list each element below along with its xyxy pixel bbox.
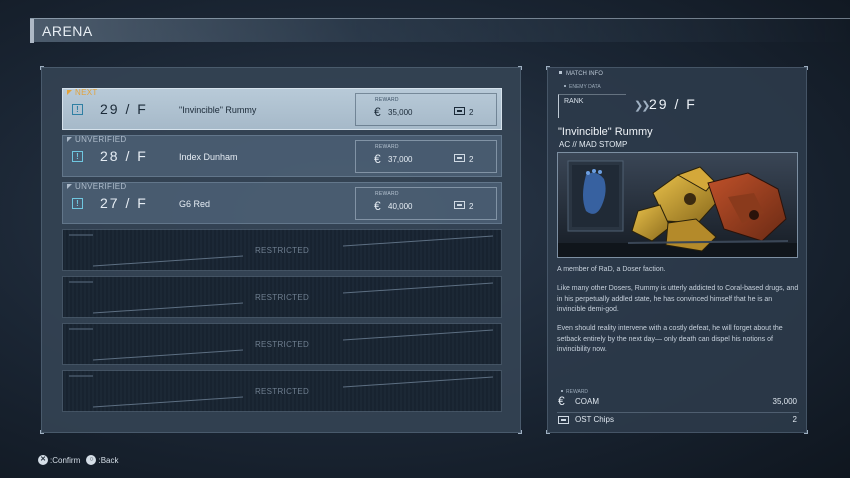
reward-name: COAM — [575, 397, 599, 406]
enemy-description-1: A member of RaD, a Doser faction. — [557, 266, 666, 273]
back-prompt[interactable]: ○ :Back — [86, 455, 118, 465]
confirm-prompt[interactable]: ✕ :Confirm — [38, 455, 80, 465]
reward-value: 35,000 — [772, 397, 797, 406]
restricted-row[interactable]: RESTRICTED — [62, 370, 502, 412]
restricted-row[interactable]: RESTRICTED — [62, 323, 502, 365]
title-notch — [30, 19, 34, 43]
enemy-description-3: Even should reality intervene with a cos… — [557, 325, 783, 353]
reward-divider — [557, 412, 799, 413]
corner-mark — [546, 430, 550, 434]
row-floor: 29 / F — [100, 101, 148, 117]
reward-caption: REWARD — [375, 191, 399, 197]
double-chevron-icon: ❯❯ — [634, 100, 651, 112]
tag-marker-icon — [67, 184, 72, 189]
restricted-row[interactable]: RESTRICTED — [62, 276, 502, 318]
corner-mark — [40, 430, 44, 434]
page-title: ARENA — [42, 23, 93, 39]
corner-mark — [518, 430, 522, 434]
arena-ranking-list: NEXT ! 29 / F "Invincible" Rummy REWARD … — [62, 88, 502, 417]
restricted-label: RESTRICTED — [254, 387, 310, 396]
reward-caption: REWARD — [375, 97, 399, 103]
match-info-label: MATCH INFO — [559, 71, 603, 77]
ost-chip-icon — [454, 201, 465, 209]
info-icon: ! — [72, 104, 83, 115]
tag-marker-icon — [67, 90, 72, 95]
corner-mark — [804, 430, 808, 434]
confirm-label: :Confirm — [50, 455, 81, 465]
info-icon: ! — [72, 198, 83, 209]
corner-mark — [546, 66, 550, 70]
row-status-tag: NEXT — [67, 88, 98, 97]
arena-row-29[interactable]: NEXT ! 29 / F "Invincible" Rummy REWARD … — [62, 88, 502, 130]
cross-button-icon: ✕ — [38, 455, 48, 465]
row-status-tag: UNVERIFIED — [67, 182, 126, 191]
coam-icon: € — [374, 152, 381, 166]
arena-row-28[interactable]: UNVERIFIED ! 28 / F Index Dunham REWARD … — [62, 135, 502, 177]
match-info-panel: MATCH INFO ENEMY DATA RANK ❯❯ 29 / F "In… — [546, 66, 808, 434]
arena-list-panel: NEXT ! 29 / F "Invincible" Rummy REWARD … — [40, 66, 522, 434]
arena-row-27[interactable]: UNVERIFIED ! 27 / F G6 Red REWARD € 40,0… — [62, 182, 502, 224]
circle-button-icon: ○ — [86, 455, 97, 465]
row-status-label: UNVERIFIED — [75, 135, 127, 144]
row-floor: 27 / F — [100, 195, 148, 211]
corner-mark — [804, 66, 808, 70]
coam-icon: € — [374, 105, 381, 119]
ost-chip-icon — [454, 107, 465, 115]
info-icon: ! — [72, 151, 83, 162]
row-opponent-name: G6 Red — [179, 199, 211, 209]
corner-mark — [40, 66, 44, 70]
enemy-description-2: Like many other Dosers, Rummy is utterly… — [557, 285, 799, 313]
row-opponent-name: Index Dunham — [179, 152, 238, 162]
enemy-ac-image — [557, 152, 798, 258]
row-opponent-name: "Invincible" Rummy — [179, 105, 257, 115]
reward-caption: REWARD — [375, 144, 399, 150]
row-floor: 28 / F — [100, 148, 148, 164]
rank-box: RANK — [558, 94, 626, 118]
ost-chip-icon — [454, 154, 465, 162]
coam-icon: € — [558, 394, 565, 408]
reward-value: 37,000 — [388, 155, 413, 164]
title-bar: ARENA — [30, 18, 850, 43]
back-label: :Back — [98, 455, 119, 465]
reward-value: 2 — [792, 415, 797, 424]
row-reward-box: REWARD € 40,000 2 — [355, 187, 497, 220]
reward-coam-row: € COAM 35,000 — [557, 394, 799, 410]
chip-count: 2 — [469, 108, 474, 117]
row-reward-box: REWARD € 35,000 2 — [355, 93, 497, 126]
row-status-label: UNVERIFIED — [75, 182, 127, 191]
chip-count: 2 — [469, 202, 474, 211]
row-status-tag: UNVERIFIED — [67, 135, 126, 144]
coam-icon: € — [374, 199, 381, 213]
restricted-label: RESTRICTED — [254, 246, 310, 255]
restricted-label: RESTRICTED — [254, 340, 310, 349]
reward-name: OST Chips — [575, 415, 614, 424]
enemy-ac-name: AC // MAD STOMP — [559, 140, 628, 149]
reward-value: 35,000 — [388, 108, 413, 117]
restricted-label: RESTRICTED — [254, 293, 310, 302]
reward-section-label: REWARD — [561, 389, 588, 395]
reward-value: 40,000 — [388, 202, 413, 211]
tag-marker-icon — [67, 137, 72, 142]
reward-chips-row: OST Chips 2 — [557, 414, 799, 428]
row-status-label: NEXT — [75, 88, 98, 97]
corner-mark — [518, 66, 522, 70]
mech-illustration — [558, 153, 797, 257]
ost-chip-icon — [558, 416, 569, 424]
rank-label: RANK — [564, 98, 584, 105]
restricted-row[interactable]: RESTRICTED — [62, 229, 502, 271]
enemy-name: "Invincible" Rummy — [558, 126, 653, 138]
row-reward-box: REWARD € 37,000 2 — [355, 140, 497, 173]
button-prompts: ✕ :Confirm ○ :Back — [38, 454, 122, 465]
rank-floor: 29 / F — [649, 96, 697, 112]
enemy-data-label: ENEMY DATA — [564, 84, 601, 90]
chip-count: 2 — [469, 155, 474, 164]
